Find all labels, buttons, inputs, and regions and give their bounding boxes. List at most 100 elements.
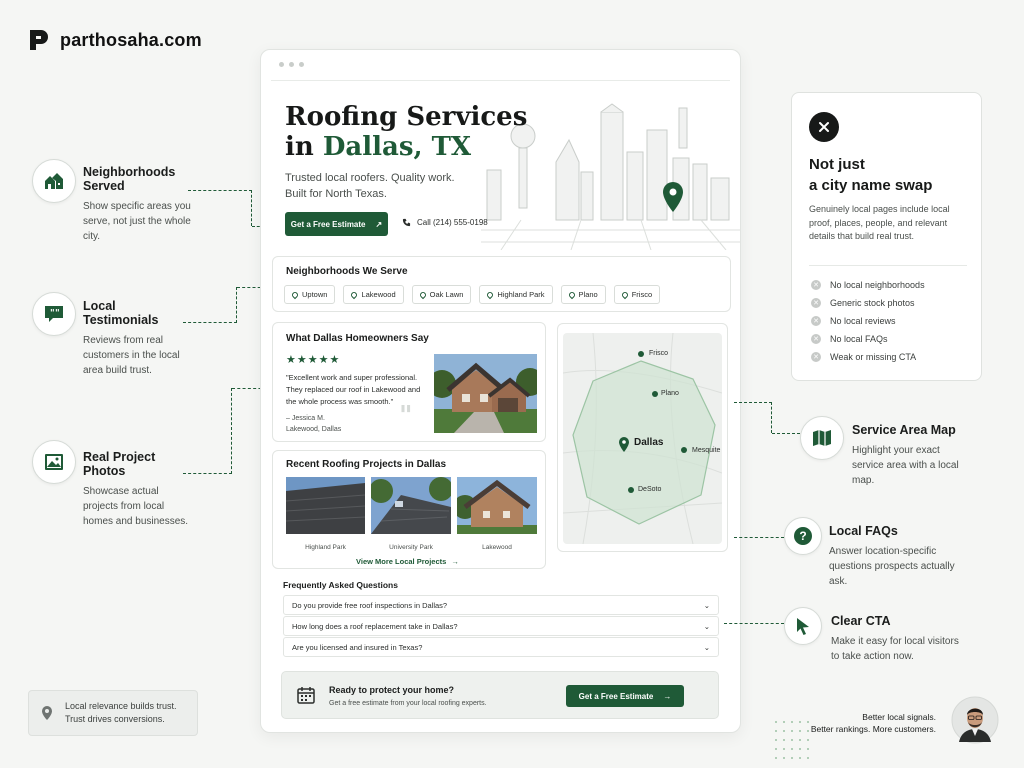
project-card[interactable]: Lakewood [453,477,537,551]
house-photo [434,354,537,433]
window-dots [279,62,304,67]
svg-text:": " [55,309,60,319]
arrow-right-icon: → [663,691,672,701]
callout-title: Service Area Map [852,423,956,437]
question-icon: ? [784,517,822,555]
list-item: ✕ No local FAQs [811,334,925,344]
project-label: University Park [389,544,433,551]
chat-bubble-icon: " " [32,292,76,336]
close-icon [809,112,839,142]
hero-cta-button[interactable]: Get a Free Estimate ↗ [285,212,388,236]
neighborhood-chip[interactable]: Lakewood [343,285,404,304]
houses-icon [32,159,76,203]
cta-bar-button[interactable]: Get a Free Estimate → [566,685,684,707]
image-icon [32,440,76,484]
callout-map [800,416,844,460]
quote-mark-icon: " [399,401,413,431]
map-label-mesquite: Mesquite [692,447,721,454]
x-icon: ✕ [811,334,821,344]
chevron-down-icon: ⌄ [703,600,710,610]
view-more-projects-link[interactable]: View More Local Projects → [356,557,459,566]
callout-title: Real Project Photos [83,450,156,478]
calendar-icon [297,687,315,704]
service-area-map[interactable]: Frisco Plano Dallas Mesquite DeSoto [557,323,728,552]
projects-panel: Recent Roofing Projects in Dallas Highla… [272,450,546,569]
callout-neighborhoods [32,159,76,203]
brand[interactable]: parthosaha.com [28,28,202,52]
footer-note: Local relevance builds trust. Trust driv… [28,690,198,736]
hero-title: Roofing Services in Dallas, TX [285,102,528,162]
location-pin-icon [620,290,629,299]
brand-name: parthosaha.com [60,29,202,50]
neighborhood-chip[interactable]: Highland Park [479,285,553,304]
footer-line: Trust drives conversions. [65,714,165,724]
callout-desc: Reviews from real customers in the local… [83,335,180,376]
neighborhood-chip[interactable]: Frisco [613,285,661,304]
faq-item[interactable]: Are you licensed and insured in Texas? ⌄ [283,637,719,657]
callout-desc: Answer location-specific questions prosp… [829,546,955,587]
list-item: ✕ Generic stock photos [811,298,925,308]
connector [734,402,772,433]
panel-title: Neighborhoods We Serve [286,266,408,277]
x-icon: ✕ [811,280,821,290]
chevron-down-icon: ⌄ [703,621,710,631]
hero-city: Dallas, TX [322,132,472,162]
neighborhood-chip[interactable]: Uptown [284,285,336,304]
chevron-down-icon: ⌄ [703,642,710,652]
phone-link[interactable]: Call (214) 555-0198 [402,218,488,227]
project-card[interactable]: University Park [369,477,453,551]
map-label-dallas: Dallas [634,437,664,448]
info-card-title: Not just a city name swap [809,156,933,194]
testimonials-panel: What Dallas Homeowners Say ★★★★★ "Excell… [272,322,546,442]
connector [772,433,800,434]
callout-faqs: ? [784,517,822,555]
footer-tagline: Better local signals. Better rankings. M… [810,712,936,734]
cta-title: Ready to protect your home? [329,685,455,695]
panel-title: What Dallas Homeowners Say [286,333,429,344]
faq-item[interactable]: How long does a roof replacement take in… [283,616,719,636]
cta-bar: Ready to protect your home? Get a free e… [281,671,719,719]
cta-subtitle: Get a free estimate from your local roof… [329,700,487,707]
panel-title: Recent Roofing Projects in Dallas [286,459,447,470]
project-label: Highland Park [305,544,346,551]
faq-item[interactable]: Do you provide free roof inspections in … [283,595,719,615]
landing-page-mockup: Roofing Services in Dallas, TX Trusted l… [260,49,741,733]
footer-line: Local relevance builds trust. [65,701,177,711]
neighborhood-chip[interactable]: Plano [560,285,606,304]
list-item: ✕ No local neighborhoods [811,280,925,290]
svg-text:?: ? [799,529,806,543]
map-icon [800,416,844,460]
callout-testimonials: " " [32,292,76,336]
callout-desc: Highlight your exact service area with a… [852,445,959,486]
location-pin-icon [350,290,359,299]
project-photo [285,477,366,534]
brand-logo-icon [30,30,48,50]
x-icon: ✕ [811,352,821,362]
connector [183,287,237,323]
connector [188,190,252,226]
location-pin-icon [418,290,427,299]
callout-title: Local Testimonials [83,299,159,327]
arrow-up-right-icon: ↗ [375,219,383,229]
project-label: Lakewood [482,544,512,551]
project-photo [453,477,537,534]
info-card-desc: Genuinely local pages include local proo… [809,204,950,241]
project-card[interactable]: Highland Park [285,477,366,551]
callout-desc: Make it easy for local visitors to take … [831,636,959,662]
callout-photos [32,440,76,484]
neighborhood-chips: Uptown Lakewood Oak Lawn Highland Park P… [284,285,661,304]
faq-title: Frequently Asked Questions [283,580,398,590]
location-pin-icon [42,706,52,720]
x-icon: ✕ [811,316,821,326]
neighborhood-chip[interactable]: Oak Lawn [411,285,472,304]
connector [183,388,232,474]
phone-icon [402,218,411,227]
hero-subtitle: Trusted local roofers. Quality work. Bui… [285,172,455,200]
star-rating: ★★★★★ [286,354,341,366]
callout-title: Neighborhoods Served [83,165,176,193]
callout-title: Clear CTA [831,614,891,628]
list-item: ✕ No local reviews [811,316,925,326]
connector [724,623,784,624]
callout-desc: Showcase actual projects from local home… [83,486,189,527]
location-pin-icon [567,290,576,299]
